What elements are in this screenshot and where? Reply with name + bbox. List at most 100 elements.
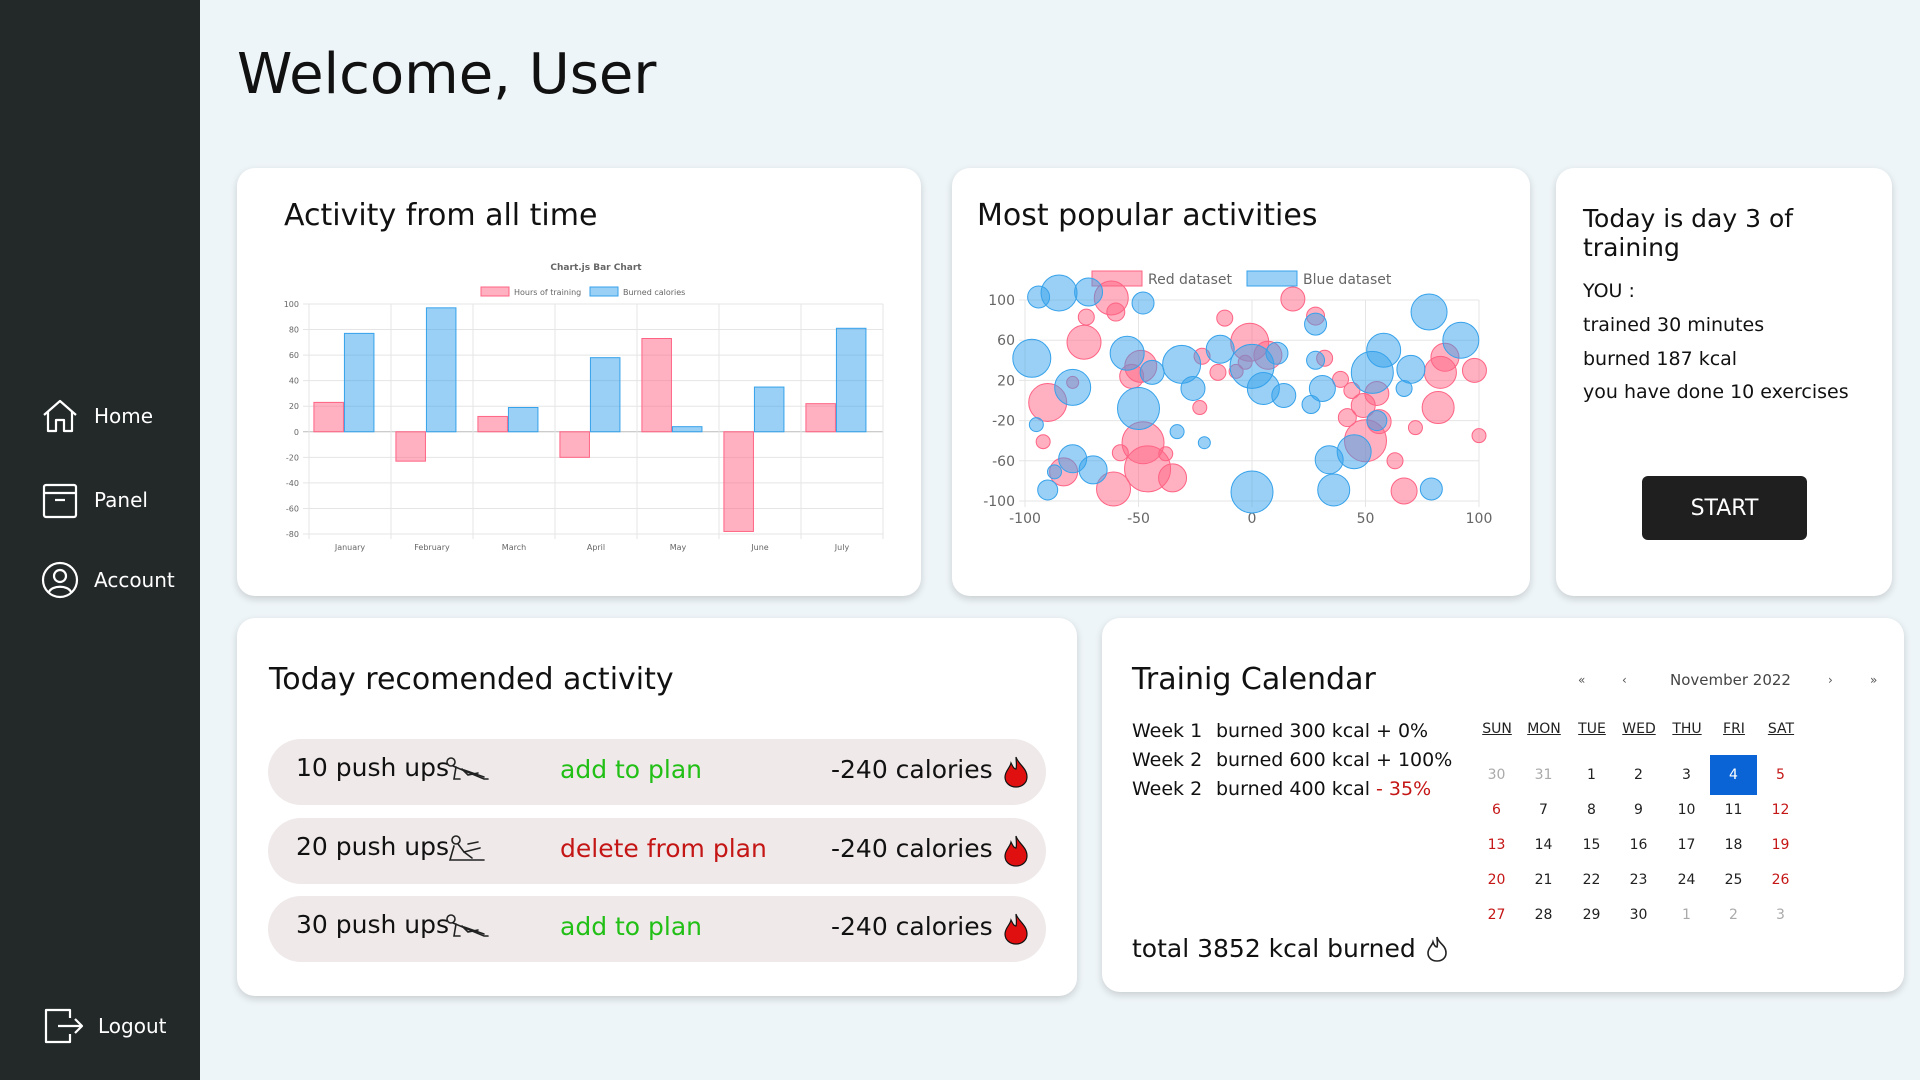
- calendar-day[interactable]: 3: [1663, 755, 1710, 795]
- red-bubble: [1407, 420, 1423, 436]
- calendar-day[interactable]: 31: [1520, 755, 1567, 795]
- calendar-day[interactable]: 2: [1615, 755, 1662, 795]
- delete-from-plan-link[interactable]: delete from plan: [560, 834, 767, 863]
- y-tick-label: -40: [286, 479, 299, 488]
- y-tick-label: 80: [289, 326, 299, 335]
- calendar-day[interactable]: 7: [1520, 790, 1567, 830]
- blue-bubble: [1442, 321, 1480, 359]
- bar: [559, 431, 590, 458]
- blue-bubble: [1306, 350, 1326, 370]
- sidebar-item-home[interactable]: Home: [40, 396, 153, 436]
- bar: [723, 431, 754, 532]
- x-tick-label: 50: [1357, 511, 1375, 527]
- blue-bubble: [1040, 274, 1078, 312]
- legend-swatch: [1246, 270, 1298, 287]
- x-tick-label: -100: [1009, 511, 1041, 527]
- calendar-day[interactable]: 5: [1757, 755, 1804, 795]
- activity-row: 20 push ups delete from plan -240 calori…: [268, 818, 1046, 884]
- blue-bubble: [1131, 291, 1155, 315]
- blue-bubble: [1180, 375, 1206, 401]
- add-to-plan-link[interactable]: add to plan: [560, 755, 702, 784]
- calendar-day[interactable]: 17: [1663, 825, 1710, 865]
- red-bubble: [1035, 434, 1051, 450]
- blue-bubble: [1366, 332, 1402, 368]
- y-tick-label: 0: [294, 428, 299, 437]
- calendar-day[interactable]: 19: [1757, 825, 1804, 865]
- calendar-day[interactable]: 30: [1473, 755, 1520, 795]
- calendar-day[interactable]: 27: [1473, 895, 1520, 935]
- calendar-day[interactable]: 6: [1473, 790, 1520, 830]
- calendar-day[interactable]: 4: [1710, 755, 1757, 795]
- calendar-next-month[interactable]: ›: [1828, 673, 1833, 687]
- y-tick-label: 40: [289, 377, 299, 386]
- legend-swatch: [480, 286, 510, 297]
- sidebar-item-account[interactable]: Account: [40, 560, 175, 600]
- logout-button[interactable]: Logout: [44, 1006, 166, 1046]
- calendar-day[interactable]: 15: [1568, 825, 1615, 865]
- y-tick-label: -60: [992, 454, 1015, 470]
- calendar-day[interactable]: 23: [1615, 860, 1662, 900]
- add-to-plan-link[interactable]: add to plan: [560, 912, 702, 941]
- y-tick-label: -60: [286, 504, 299, 513]
- calendar-card-title: Trainig Calendar: [1132, 662, 1376, 697]
- x-tick-label: April: [587, 543, 605, 552]
- calendar-day[interactable]: 20: [1473, 860, 1520, 900]
- legend-label: Blue dataset: [1303, 272, 1392, 288]
- red-bubble: [1461, 357, 1487, 383]
- week-label: Week 2: [1132, 778, 1203, 800]
- calendar-day[interactable]: 9: [1615, 790, 1662, 830]
- today-card-title: Today is day 3 of training: [1583, 204, 1794, 262]
- fire-icon: [1004, 756, 1028, 788]
- x-tick-label: May: [670, 543, 687, 552]
- calendar-day[interactable]: 18: [1710, 825, 1757, 865]
- calendar-month-label: November 2022: [1670, 671, 1791, 689]
- calendar-day[interactable]: 28: [1520, 895, 1567, 935]
- week-label: Week 2: [1132, 749, 1203, 771]
- bar: [671, 426, 703, 433]
- start-button[interactable]: START: [1642, 476, 1807, 540]
- calendar-day[interactable]: 16: [1615, 825, 1662, 865]
- calendar-day[interactable]: 21: [1520, 860, 1567, 900]
- red-bubble: [1158, 463, 1188, 493]
- calendar-day[interactable]: 14: [1520, 825, 1567, 865]
- calendar-day[interactable]: 2: [1710, 895, 1757, 935]
- calendar-day[interactable]: 24: [1663, 860, 1710, 900]
- blue-bubble: [1037, 479, 1059, 501]
- calendar-day[interactable]: 3: [1757, 895, 1804, 935]
- today-training-card: Today is day 3 of training YOU : trained…: [1556, 168, 1892, 596]
- red-bubble: [1216, 309, 1234, 327]
- calories-text: -240 calories: [831, 834, 993, 863]
- bar: [343, 332, 375, 433]
- calendar-day[interactable]: 8: [1568, 790, 1615, 830]
- bar: [641, 338, 672, 433]
- red-bubble: [1158, 446, 1174, 462]
- legend-swatch: [589, 286, 619, 297]
- calendar-day[interactable]: 12: [1757, 790, 1804, 830]
- week-burned: burned 400 kcal: [1216, 778, 1371, 800]
- fire-icon: [1004, 913, 1028, 945]
- calendar-day[interactable]: 30: [1615, 895, 1662, 935]
- calendar-day[interactable]: 13: [1473, 825, 1520, 865]
- calendar-day[interactable]: 22: [1568, 860, 1615, 900]
- calendar-prev-month[interactable]: ‹: [1622, 673, 1627, 687]
- calendar-prev-year[interactable]: «: [1578, 673, 1585, 687]
- blue-bubble: [1109, 335, 1145, 371]
- red-bubble: [1423, 355, 1457, 389]
- y-tick-label: -20: [286, 453, 299, 462]
- calendar-day[interactable]: 1: [1568, 755, 1615, 795]
- y-tick-label: 20: [289, 402, 299, 411]
- calendar-day[interactable]: 29: [1568, 895, 1615, 935]
- x-tick-label: -50: [1127, 511, 1150, 527]
- calendar-day[interactable]: 11: [1710, 790, 1757, 830]
- sidebar-item-label: Home: [94, 404, 154, 428]
- calendar-day[interactable]: 26: [1757, 860, 1804, 900]
- blue-bubble: [1078, 455, 1108, 485]
- total-burned: total 3852 kcal burned: [1132, 934, 1448, 963]
- y-tick-label: 60: [289, 351, 299, 360]
- blue-bubble: [1028, 417, 1044, 433]
- calendar-next-year[interactable]: »: [1870, 673, 1877, 687]
- calendar-day[interactable]: 25: [1710, 860, 1757, 900]
- calendar-day[interactable]: 1: [1663, 895, 1710, 935]
- calendar-day[interactable]: 10: [1663, 790, 1710, 830]
- sidebar-item-panel[interactable]: Panel: [40, 480, 148, 520]
